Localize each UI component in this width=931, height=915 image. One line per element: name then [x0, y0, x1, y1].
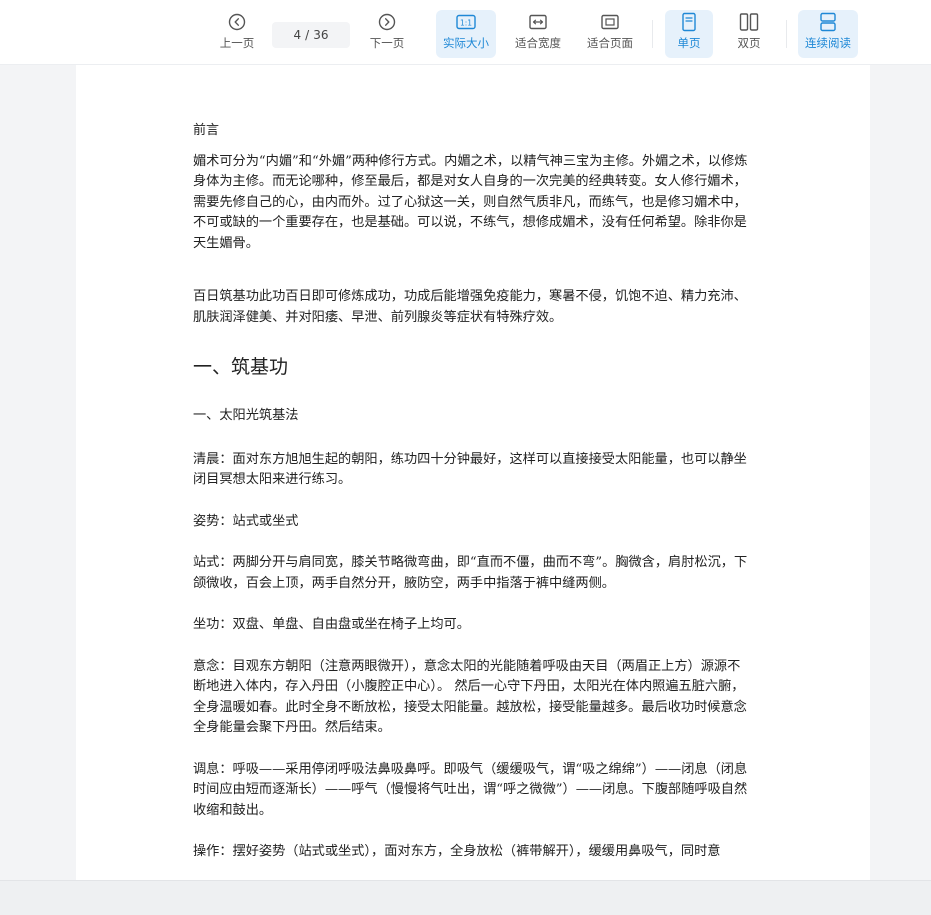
morning-paragraph: 清晨：面对东方旭旭生起的朝阳，练功四十分钟最好，这样可以直接接受太阳能量，也可以…: [193, 451, 747, 488]
fit-page-icon: [601, 11, 619, 33]
page-indicator[interactable]: 4 / 36: [272, 22, 350, 48]
fit-page-label: 适合页面: [587, 36, 633, 50]
continuous-read-icon: [819, 11, 837, 33]
bottom-scrollbar-area[interactable]: [0, 880, 931, 915]
document-content: 前言 媚术可分为“内媚”和“外媚”两种修行方式。内媚之术，以精气神三宝为主修。外…: [193, 121, 753, 863]
chevron-right-circle-icon: [378, 11, 396, 33]
actual-size-label: 实际大小: [443, 36, 489, 50]
toolbar-divider: [652, 20, 653, 48]
section-heading: 一、筑基功: [193, 356, 289, 378]
breathing-paragraph: 调息：呼吸——采用停闭呼吸法鼻吸鼻呼。即吸气（缓缓吸气，谓“吸之绵绵”）——闭息…: [193, 761, 748, 818]
svg-text:1:1: 1:1: [460, 19, 472, 28]
prev-page-button[interactable]: 上一页: [216, 10, 258, 58]
fit-page-button[interactable]: 适合页面: [582, 10, 638, 58]
document-page: 前言 媚术可分为“内媚”和“外媚”两种修行方式。内媚之术，以精气神三宝为主修。外…: [76, 65, 870, 880]
fit-width-label: 适合宽度: [515, 36, 561, 50]
foundation-intro-paragraph: 百日筑基功此功百日即可修炼成功，功成后能增强免疫能力，寒暑不侵，饥饱不迫、精力充…: [193, 289, 747, 325]
actual-size-button[interactable]: 1:1 实际大小: [436, 10, 496, 58]
double-page-label: 双页: [737, 36, 761, 50]
operation-paragraph: 操作：摆好姿势（站式或坐式），面对东方，全身放松（裤带解开），缓缓用鼻吸气，同时…: [193, 844, 721, 859]
continuous-read-label: 连续阅读: [805, 36, 851, 50]
subsection-heading: 一、太阳光筑基法: [193, 408, 299, 423]
sitting-paragraph: 坐功：双盘、单盘、自由盘或坐在椅子上均可。: [193, 617, 470, 632]
next-page-label: 下一页: [369, 36, 405, 50]
total-pages: 36: [313, 28, 329, 42]
double-page-icon: [739, 11, 759, 33]
prev-page-label: 上一页: [219, 36, 255, 50]
toolbar-divider-2: [786, 20, 787, 48]
posture-paragraph: 姿势：站式或坐式: [193, 513, 299, 529]
single-page-button[interactable]: 单页: [665, 10, 713, 58]
reader-toolbar: 上一页 4 / 36 下一页 1:1 实际大小 适合宽度 适合页面 单页 双页 …: [0, 0, 931, 65]
double-page-button[interactable]: 双页: [726, 10, 772, 58]
mind-paragraph: 意念：目观东方朝阳（注意两眼微开），意念太阳的光能随着呼吸由天目（两眉正上方）源…: [193, 658, 747, 736]
next-page-button[interactable]: 下一页: [366, 10, 408, 58]
preface-paragraph: 媚术可分为“内媚”和“外媚”两种修行方式。内媚之术，以精气神三宝为主修。外媚之术…: [193, 153, 748, 251]
single-page-label: 单页: [677, 36, 701, 50]
chevron-left-circle-icon: [228, 11, 246, 33]
continuous-read-button[interactable]: 连续阅读: [798, 10, 858, 58]
current-page-input[interactable]: 4: [294, 28, 302, 42]
standing-paragraph: 站式：两脚分开与肩同宽，膝关节略微弯曲，即“直而不僵，曲而不弯”。胸微含，肩肘松…: [193, 555, 748, 591]
single-page-icon: [681, 11, 697, 33]
fit-width-icon: [529, 11, 547, 33]
page-separator: /: [305, 28, 310, 42]
fit-width-button[interactable]: 适合宽度: [510, 10, 566, 58]
actual-size-icon: 1:1: [456, 11, 476, 33]
preface-title: 前言: [193, 123, 220, 138]
